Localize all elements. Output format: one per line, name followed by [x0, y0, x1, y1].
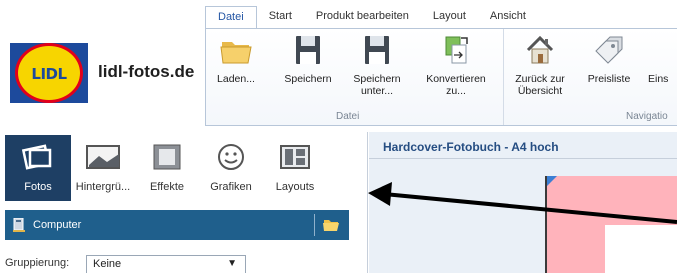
floppy-disk-icon: [365, 36, 389, 64]
lidl-logo: LIDL: [10, 43, 88, 103]
ribbon-tabbar: Datei Start Produkt bearbeiten Layout An…: [205, 6, 538, 29]
convert-label: Konvertieren zu...: [426, 73, 486, 97]
tab-start[interactable]: Start: [257, 6, 304, 28]
left-panel: Fotos Hintergrü... Effekte Grafiken Layo…: [0, 132, 368, 273]
eins-button[interactable]: Eins: [648, 33, 677, 85]
price-list-label: Preisliste: [587, 73, 631, 85]
tool-tiles: Fotos Hintergrü... Effekte Grafiken Layo…: [5, 135, 327, 201]
chevron-down-icon: ▼: [227, 258, 237, 269]
load-label: Laden...: [217, 73, 255, 85]
computer-icon: [13, 218, 25, 232]
document-panel: Hardcover-Fotobuch - A4 hoch: [369, 132, 677, 273]
home-icon: [526, 35, 554, 64]
ribbon-group-navigation: Zurück zur Übersicht Preisliste Eins Nav…: [504, 29, 677, 125]
grouping-select[interactable]: Keine ▼: [86, 255, 246, 273]
document-title: Hardcover-Fotobuch - A4 hoch: [383, 140, 559, 154]
brand-name: lidl-fotos.de: [98, 62, 195, 81]
save-button[interactable]: Speichern: [280, 33, 336, 85]
canvas-placeholder: [605, 225, 677, 273]
tool-tile-hintergruende[interactable]: Hintergrü...: [71, 135, 135, 201]
open-folder-icon[interactable]: [323, 218, 339, 231]
ribbon: Laden... Speichern Speichern unter... Ko…: [205, 28, 677, 126]
convert-document-icon: [445, 36, 468, 64]
tab-produkt-bearbeiten[interactable]: Produkt bearbeiten: [304, 6, 421, 28]
convert-button[interactable]: Konvertieren zu...: [420, 33, 492, 97]
tool-tile-effekte[interactable]: Effekte: [135, 135, 199, 201]
group-label-navigation: Navigatio: [626, 111, 668, 122]
tool-label-hintergruende: Hintergrü...: [75, 181, 131, 193]
floppy-disk-icon: [296, 36, 320, 64]
smiley-icon: [218, 144, 244, 170]
price-list-button[interactable]: Preisliste: [584, 33, 634, 85]
logo-text: LIDL: [31, 65, 67, 83]
ribbon-group-datei: Laden... Speichern Speichern unter... Ko…: [206, 29, 504, 125]
back-to-overview-label: Zurück zur Übersicht: [515, 73, 565, 97]
save-as-button[interactable]: Speichern unter...: [348, 33, 406, 97]
background-icon: [86, 145, 120, 169]
tool-label-grafiken: Grafiken: [210, 181, 252, 193]
tool-tile-layouts[interactable]: Layouts: [263, 135, 327, 201]
folder-icon: [220, 42, 252, 64]
logo-circle: LIDL: [15, 43, 83, 103]
frame-effect-icon: [153, 144, 181, 170]
tool-label-layouts: Layouts: [275, 181, 315, 193]
save-as-label: Speichern unter...: [353, 73, 401, 97]
source-separator: [314, 214, 315, 236]
group-label-datei: Datei: [336, 111, 360, 122]
tool-label-fotos: Fotos: [24, 181, 52, 193]
tab-ansicht[interactable]: Ansicht: [478, 6, 538, 28]
layout-icon: [280, 145, 310, 169]
source-label: Computer: [33, 219, 82, 231]
tool-label-effekte: Effekte: [149, 181, 185, 193]
photos-icon: [21, 144, 52, 170]
tab-layout[interactable]: Layout: [421, 6, 478, 28]
tab-datei[interactable]: Datei: [205, 6, 257, 29]
source-bar[interactable]: Computer: [5, 210, 349, 240]
tool-tile-grafiken[interactable]: Grafiken: [199, 135, 263, 201]
page-corner-marker: [547, 176, 557, 186]
document-header-separator: [369, 158, 677, 159]
back-to-overview-button[interactable]: Zurück zur Übersicht: [510, 33, 570, 97]
save-label: Speichern: [284, 73, 332, 85]
photobook-canvas[interactable]: [545, 176, 677, 273]
grouping-value: Keine: [93, 258, 122, 270]
tool-tile-fotos[interactable]: Fotos: [5, 135, 71, 201]
grouping-label: Gruppierung:: [5, 257, 70, 269]
price-tag-icon: [595, 36, 623, 64]
load-button[interactable]: Laden...: [212, 33, 260, 85]
eins-label: Eins: [648, 73, 669, 85]
